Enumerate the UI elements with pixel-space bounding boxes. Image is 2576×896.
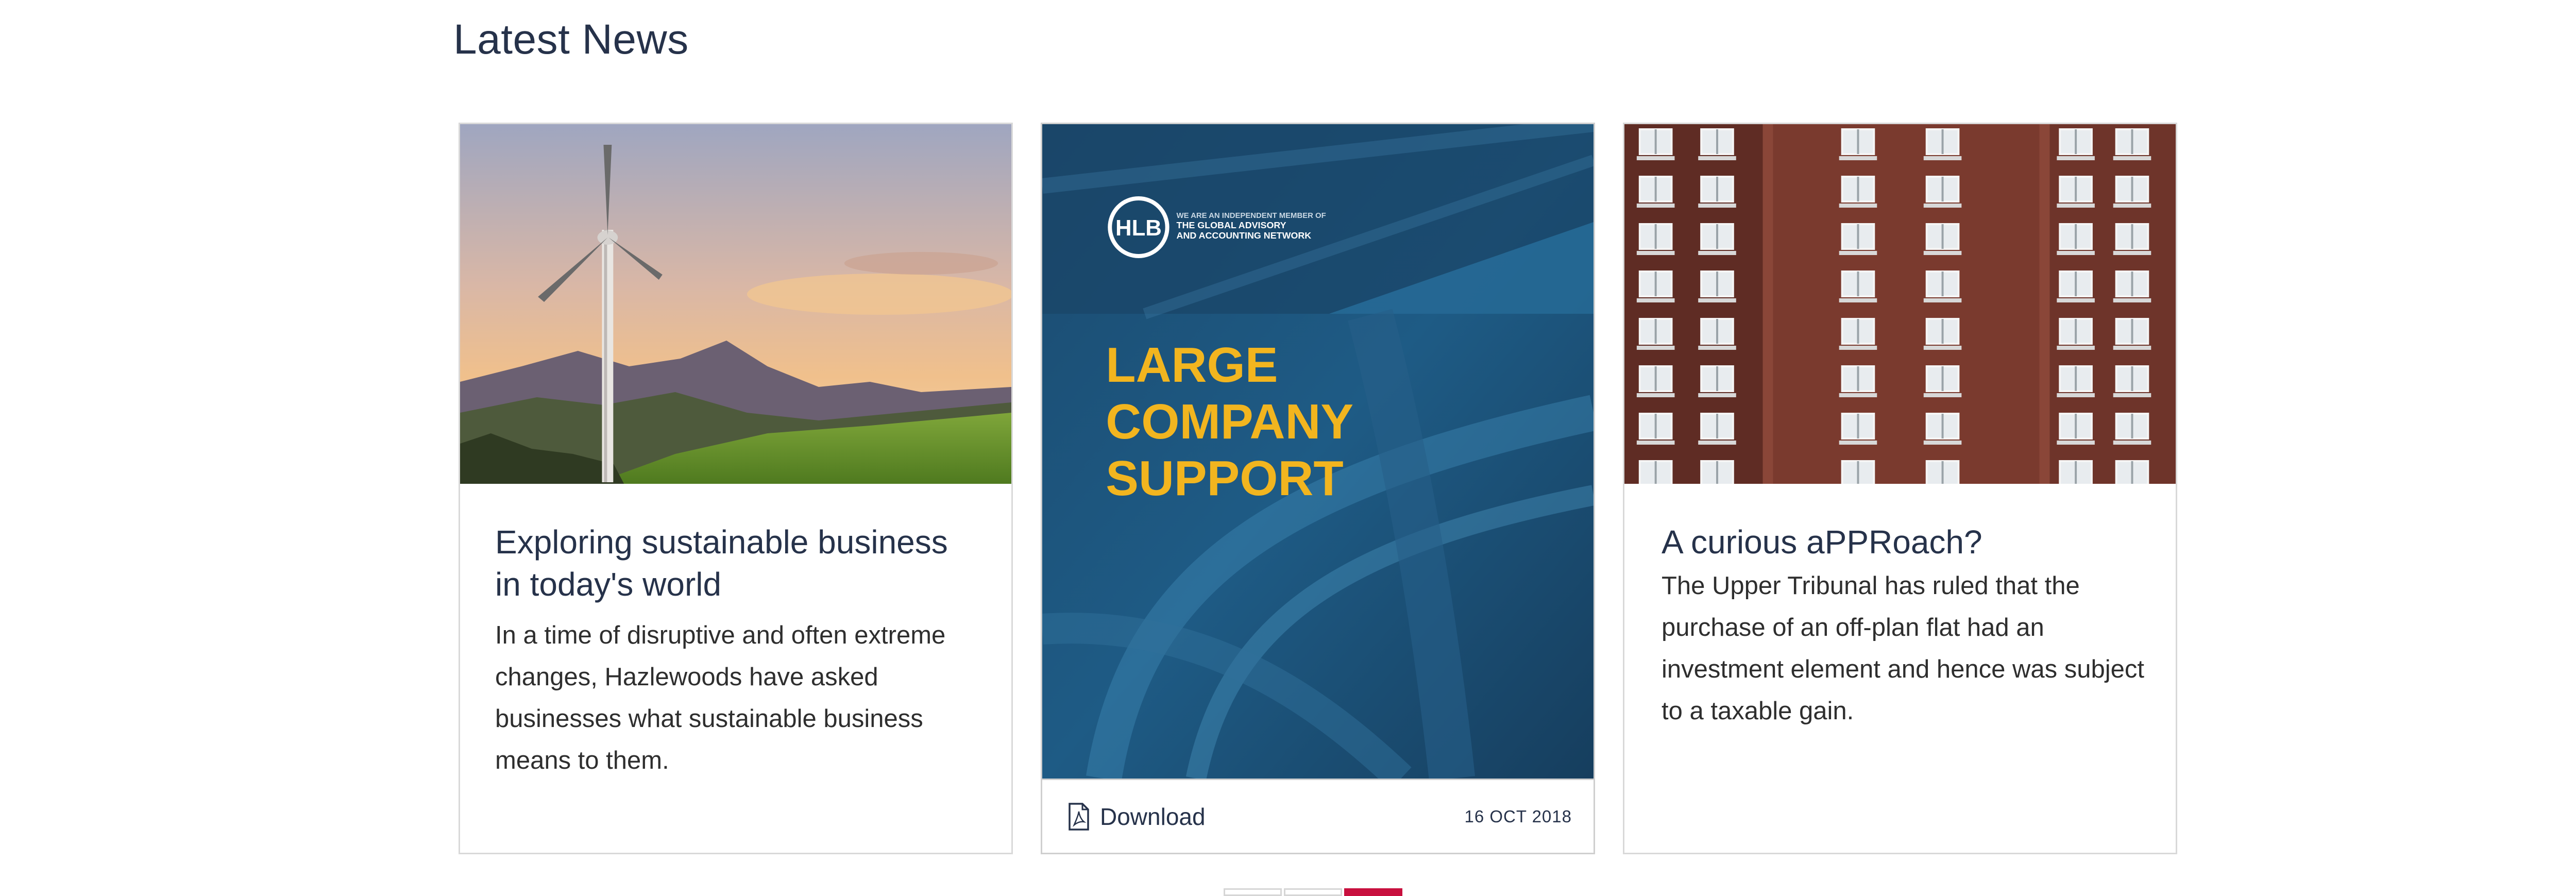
cover-tagline-1: WE ARE AN INDEPENDENT MEMBER OF xyxy=(1177,211,1326,220)
publish-date: 16 OCT 2018 xyxy=(1464,806,1572,826)
pdf-icon xyxy=(1069,802,1089,831)
apartment-building-image[interactable] xyxy=(1624,124,2176,484)
card-summary: The Upper Tribunal has ruled that the pu… xyxy=(1662,572,2144,725)
cover-headline-1: LARGE xyxy=(1106,337,1278,393)
section-title: Latest News xyxy=(453,16,689,63)
pager-dot-1[interactable] xyxy=(1224,888,1282,896)
download-link[interactable]: Download xyxy=(1068,802,1206,831)
card-title[interactable]: A curious aPPRoach? xyxy=(1662,521,2145,563)
pager-dot-3[interactable] xyxy=(1344,888,1402,896)
news-card-curious-approach[interactable]: A curious aPPRoach? The Upper Tribunal h… xyxy=(1623,123,2177,854)
cover-headline-3: SUPPORT xyxy=(1106,451,1343,506)
cover-logo: HLB xyxy=(1115,215,1162,241)
card-summary: In a time of disruptive and often extrem… xyxy=(495,621,946,774)
cover-headline-2: COMPANY xyxy=(1106,394,1353,449)
brochure-cover-image[interactable]: HLB WE ARE AN INDEPENDENT MEMBER OF THE … xyxy=(1042,124,1594,779)
cover-tagline-3: AND ACCOUNTING NETWORK xyxy=(1177,230,1312,241)
pager-dot-2[interactable] xyxy=(1284,888,1342,896)
download-label[interactable]: Download xyxy=(1100,803,1206,831)
wind-turbine-image[interactable] xyxy=(460,124,1011,484)
cover-tagline-2: THE GLOBAL ADVISORY xyxy=(1177,220,1286,230)
carousel-pager xyxy=(1224,888,1402,896)
news-card-large-company-support[interactable]: HLB WE ARE AN INDEPENDENT MEMBER OF THE … xyxy=(1041,123,1595,854)
card-title[interactable]: Exploring sustainable business in today'… xyxy=(495,521,980,605)
news-card-sustainable-business[interactable]: Exploring sustainable business in today'… xyxy=(459,123,1013,854)
card-footer: Download 16 OCT 2018 xyxy=(1042,779,1594,853)
